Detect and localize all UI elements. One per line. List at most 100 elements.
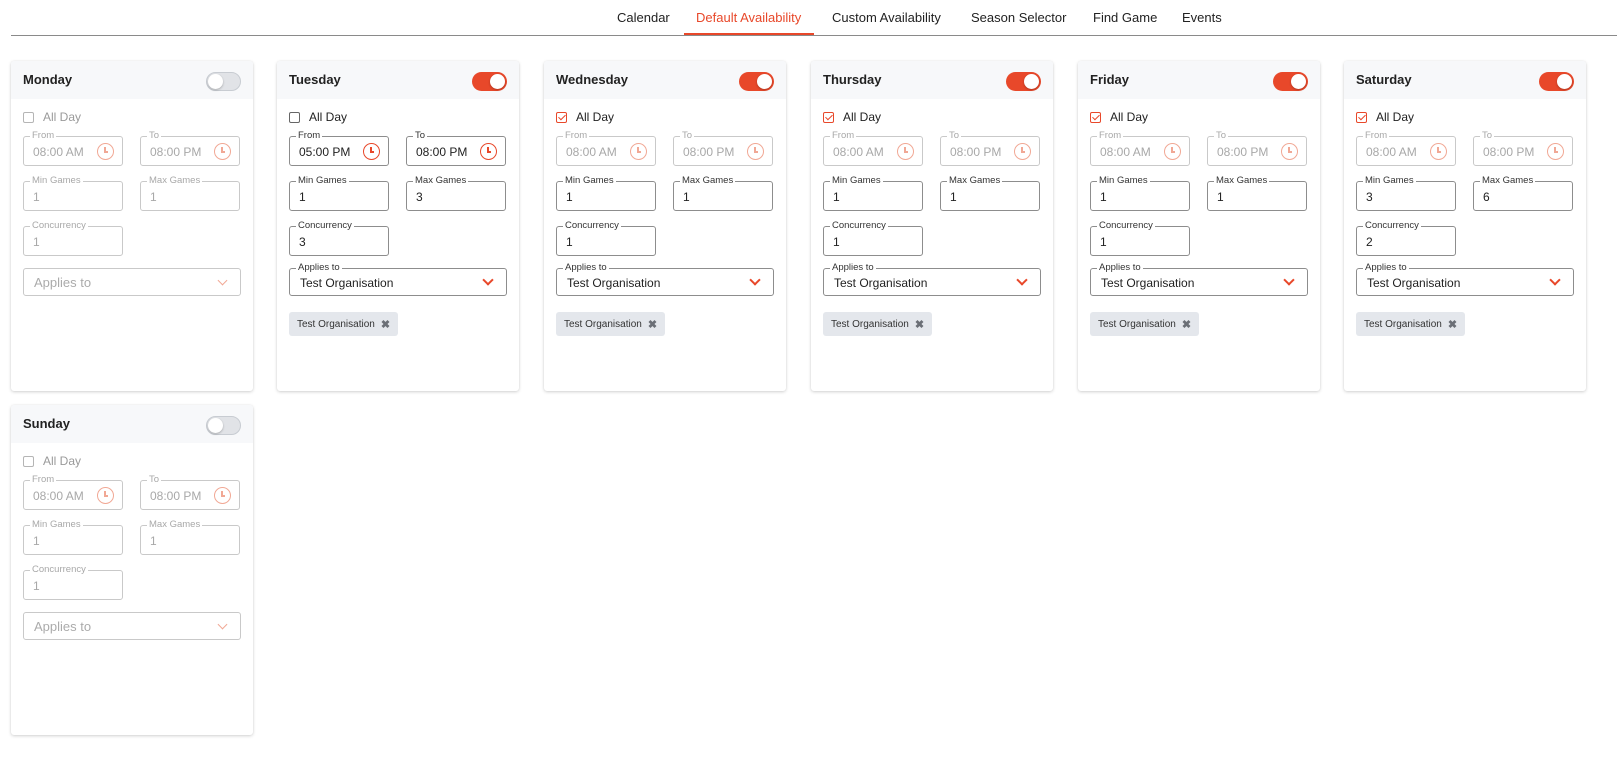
to-time-field[interactable]: To 08:00 PM — [140, 474, 240, 510]
clock-icon[interactable] — [1281, 143, 1298, 160]
max-games-input[interactable]: Max Games 1 — [940, 175, 1040, 211]
min-games-input[interactable]: Min Games 1 — [23, 175, 123, 211]
applies-to-value: Test Organisation — [300, 276, 394, 290]
applies-to-select[interactable]: Applies to Test Organisation — [1090, 262, 1308, 296]
day-name: Tuesday — [289, 72, 341, 87]
close-icon[interactable]: ✖ — [648, 318, 657, 331]
all-day-checkbox[interactable]: All Day — [23, 110, 81, 124]
tab-events[interactable]: Events — [1182, 10, 1222, 25]
applies-to-select[interactable]: Applies to Test Organisation — [823, 262, 1041, 296]
close-icon[interactable]: ✖ — [381, 318, 390, 331]
checkbox-box[interactable] — [1090, 111, 1101, 123]
to-time-field[interactable]: To 08:00 PM — [1207, 130, 1307, 166]
all-day-checkbox[interactable]: All Day — [1356, 110, 1414, 124]
min-games-input[interactable]: Min Games 3 — [1356, 175, 1456, 211]
clock-icon[interactable] — [630, 143, 647, 160]
min-games-input[interactable]: Min Games 1 — [1090, 175, 1190, 211]
clock-icon[interactable] — [97, 487, 114, 504]
min-games-input[interactable]: Min Games 1 — [23, 519, 123, 555]
min-games-input[interactable]: Min Games 1 — [556, 175, 656, 211]
from-time-field[interactable]: From 08:00 AM — [23, 130, 123, 166]
from-value: 08:00 AM — [33, 489, 84, 503]
all-day-checkbox[interactable]: All Day — [1090, 110, 1148, 124]
min-games-label: Min Games — [563, 175, 616, 187]
clock-icon[interactable] — [897, 143, 914, 160]
max-games-input[interactable]: Max Games 1 — [140, 175, 240, 211]
clock-icon[interactable] — [1547, 143, 1564, 160]
max-games-input[interactable]: Max Games 1 — [1207, 175, 1307, 211]
min-games-input[interactable]: Min Games 1 — [823, 175, 923, 211]
clock-icon[interactable] — [480, 143, 497, 160]
from-time-field[interactable]: From 08:00 AM — [1090, 130, 1190, 166]
day-enabled-toggle[interactable] — [1273, 72, 1308, 91]
checkbox-box[interactable] — [23, 111, 34, 123]
day-enabled-toggle[interactable] — [472, 72, 507, 91]
min-games-input[interactable]: Min Games 1 — [289, 175, 389, 211]
to-label: To — [147, 474, 162, 486]
close-icon[interactable]: ✖ — [1182, 318, 1191, 331]
from-time-field[interactable]: From 08:00 AM — [23, 474, 123, 510]
applies-to-select[interactable]: Applies to Test Organisation — [289, 262, 507, 296]
day-card-header: Saturday — [1344, 61, 1586, 99]
tab-custom-availability[interactable]: Custom Availability — [832, 10, 941, 25]
all-day-checkbox[interactable]: All Day — [556, 110, 614, 124]
checkbox-box[interactable] — [289, 111, 300, 123]
from-time-field[interactable]: From 05:00 PM — [289, 130, 389, 166]
concurrency-input[interactable]: Concurrency 2 — [1356, 220, 1456, 256]
clock-icon[interactable] — [1014, 143, 1031, 160]
day-enabled-toggle[interactable] — [1006, 72, 1041, 91]
from-time-field[interactable]: From 08:00 AM — [823, 130, 923, 166]
day-enabled-toggle[interactable] — [739, 72, 774, 91]
to-time-field[interactable]: To 08:00 PM — [673, 130, 773, 166]
applies-to-select[interactable]: Applies to — [23, 612, 241, 640]
from-time-field[interactable]: From 08:00 AM — [556, 130, 656, 166]
checkbox-box[interactable] — [823, 111, 834, 123]
concurrency-input[interactable]: Concurrency 1 — [23, 220, 123, 256]
concurrency-input[interactable]: Concurrency 1 — [1090, 220, 1190, 256]
to-time-field[interactable]: To 08:00 PM — [140, 130, 240, 166]
clock-icon[interactable] — [363, 143, 380, 160]
tab-find-game[interactable]: Find Game — [1093, 10, 1157, 25]
tab-calendar[interactable]: Calendar — [617, 10, 670, 25]
concurrency-input[interactable]: Concurrency 1 — [556, 220, 656, 256]
clock-icon[interactable] — [214, 143, 231, 160]
concurrency-input[interactable]: Concurrency 1 — [823, 220, 923, 256]
day-enabled-toggle[interactable] — [206, 72, 241, 91]
clock-icon[interactable] — [97, 143, 114, 160]
concurrency-input[interactable]: Concurrency 1 — [23, 564, 123, 600]
clock-icon[interactable] — [1430, 143, 1447, 160]
day-enabled-toggle[interactable] — [206, 416, 241, 435]
from-time-field[interactable]: From 08:00 AM — [1356, 130, 1456, 166]
from-value: 08:00 AM — [1366, 145, 1417, 159]
checkbox-box[interactable] — [23, 455, 34, 467]
concurrency-input[interactable]: Concurrency 3 — [289, 220, 389, 256]
top-nav: Calendar Default Availability Custom Ava… — [11, 0, 1617, 36]
to-time-field[interactable]: To 08:00 PM — [940, 130, 1040, 166]
close-icon[interactable]: ✖ — [915, 318, 924, 331]
max-games-input[interactable]: Max Games 1 — [673, 175, 773, 211]
max-games-input[interactable]: Max Games 1 — [140, 519, 240, 555]
checkbox-box[interactable] — [556, 111, 567, 123]
all-day-checkbox[interactable]: All Day — [289, 110, 347, 124]
toggle-knob — [757, 74, 772, 89]
min-games-label: Min Games — [30, 175, 83, 187]
max-games-input[interactable]: Max Games 6 — [1473, 175, 1573, 211]
clock-icon[interactable] — [1164, 143, 1181, 160]
max-games-input[interactable]: Max Games 3 — [406, 175, 506, 211]
applies-to-select[interactable]: Applies to Test Organisation — [1356, 262, 1574, 296]
to-time-field[interactable]: To 08:00 PM — [1473, 130, 1573, 166]
tab-season-selector[interactable]: Season Selector — [971, 10, 1066, 25]
close-icon[interactable]: ✖ — [1448, 318, 1457, 331]
clock-icon[interactable] — [747, 143, 764, 160]
day-enabled-toggle[interactable] — [1539, 72, 1574, 91]
checkbox-box[interactable] — [1356, 111, 1367, 123]
clock-icon[interactable] — [214, 487, 231, 504]
to-time-field[interactable]: To 08:00 PM — [406, 130, 506, 166]
applies-to-value: Test Organisation — [834, 276, 928, 290]
applies-to-select[interactable]: Applies to — [23, 268, 241, 296]
tab-default-availability[interactable]: Default Availability — [696, 10, 801, 25]
all-day-checkbox[interactable]: All Day — [823, 110, 881, 124]
organisation-chip: Test Organisation ✖ — [823, 312, 933, 336]
applies-to-select[interactable]: Applies to Test Organisation — [556, 262, 774, 296]
all-day-checkbox[interactable]: All Day — [23, 454, 81, 468]
